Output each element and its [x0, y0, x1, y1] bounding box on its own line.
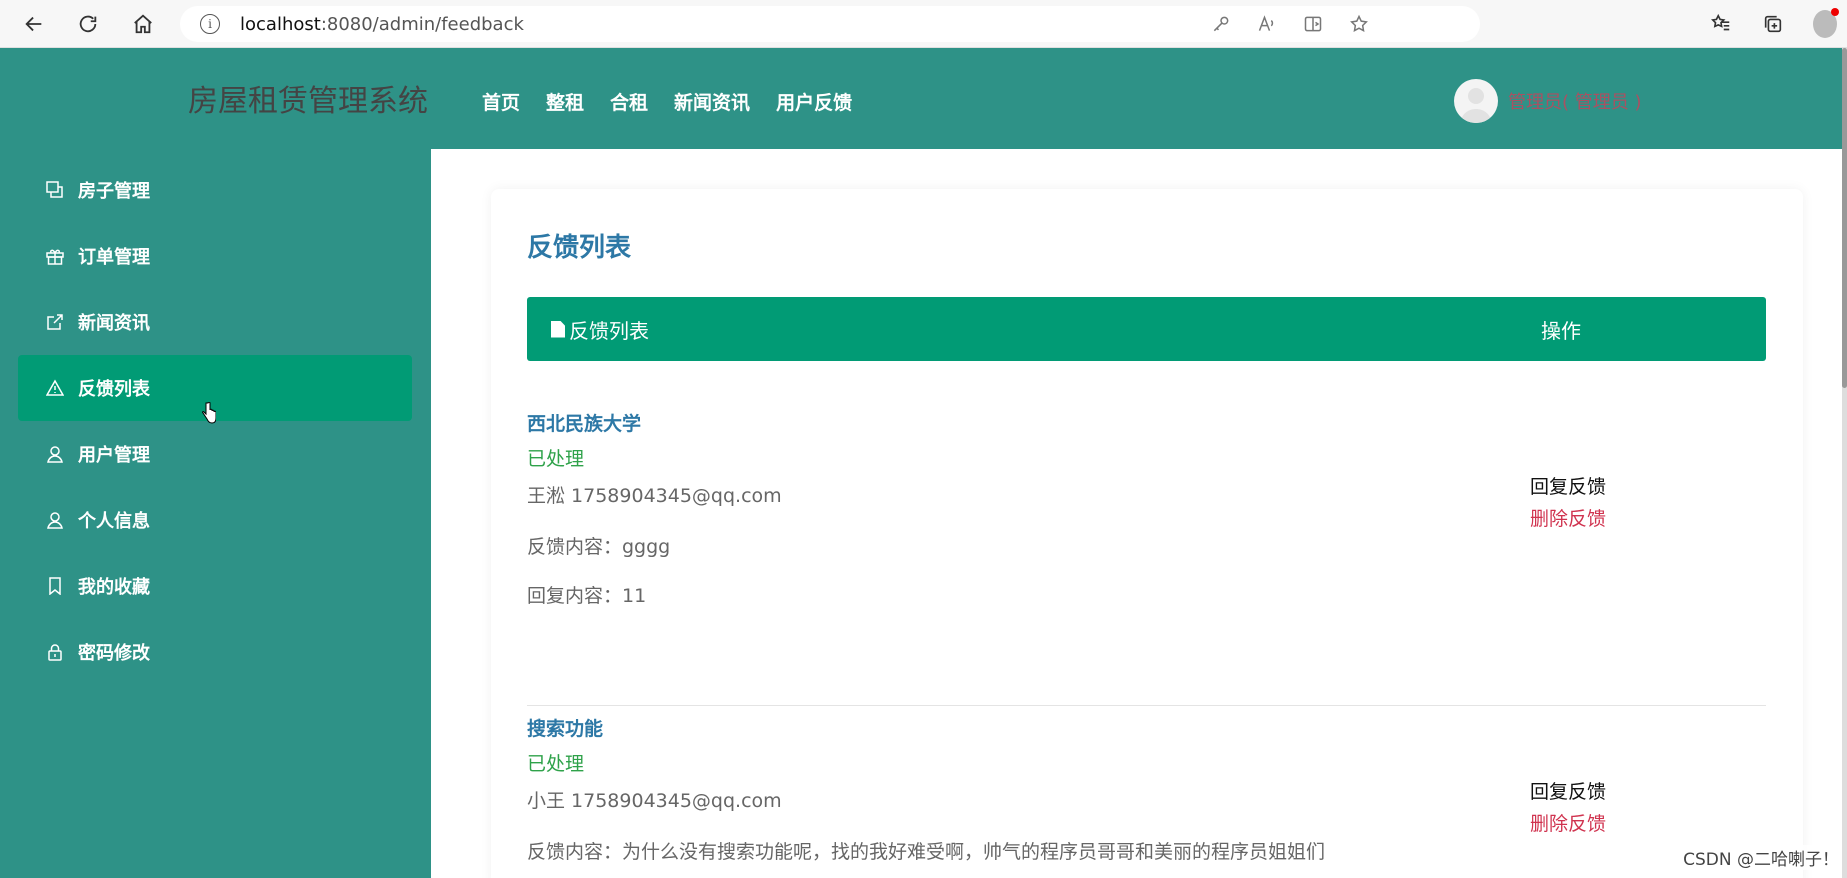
sidebar-item-favorites[interactable]: 我的收藏 — [18, 553, 412, 619]
sidebar-item-label: 新闻资讯 — [78, 313, 150, 334]
sidebar-item-personal-info[interactable]: 个人信息 — [18, 487, 412, 553]
user-avatar-icon — [1460, 88, 1492, 123]
table-header: 反馈列表 操作 — [527, 297, 1766, 361]
refresh-icon[interactable] — [68, 4, 108, 44]
nav-shared-rent[interactable]: 合租 — [610, 88, 648, 115]
warning-icon — [46, 379, 64, 397]
immersive-reader-icon[interactable] — [1302, 13, 1324, 35]
sidebar-item-label: 订单管理 — [78, 247, 150, 268]
feedback-item: 搜索功能 已处理 小王 1758904345@qq.com 反馈内容：为什么没有… — [527, 714, 1766, 864]
hand-cursor-icon — [202, 402, 216, 424]
house-copy-icon — [46, 181, 64, 199]
reply-feedback-button[interactable]: 回复反馈 — [1530, 776, 1606, 808]
sidebar-item-label: 个人信息 — [78, 511, 150, 532]
feedback-content: 反馈内容：为什么没有搜索功能呢，找的我好难受啊，帅气的程序员哥哥和美丽的程序员姐… — [527, 841, 1326, 863]
sidebar-item-label: 我的收藏 — [78, 577, 150, 598]
sidebar-item-label: 反馈列表 — [78, 379, 150, 400]
feedback-status: 已处理 — [527, 448, 585, 470]
feedback-status: 已处理 — [527, 753, 585, 775]
page-scrollbar[interactable] — [1842, 48, 1847, 878]
feedback-actions: 回复反馈 删除反馈 — [1530, 471, 1606, 535]
table-header-title: 反馈列表 — [551, 315, 649, 344]
address-bar[interactable]: i localhost:8080/admin/feedback — [180, 6, 1480, 42]
feedback-reply: 回复内容：11 — [527, 585, 647, 607]
back-arrow-icon[interactable] — [14, 4, 54, 44]
browser-toolbar: i localhost:8080/admin/feedback — [0, 0, 1847, 48]
feedback-title[interactable]: 搜索功能 — [527, 714, 1766, 741]
nav-whole-rent[interactable]: 整租 — [546, 88, 584, 115]
home-icon[interactable] — [123, 4, 163, 44]
top-nav: 首页 整租 合租 新闻资讯 用户反馈 — [482, 88, 878, 115]
add-favorite-icon[interactable] — [1348, 13, 1370, 35]
nav-home[interactable]: 首页 — [482, 88, 520, 115]
site-logo[interactable]: 房屋租赁管理系统 — [188, 76, 428, 120]
main-content: 反馈列表 反馈列表 操作 西北民族大学 已处理 王淞 1758904345@qq… — [431, 149, 1842, 878]
delete-feedback-button[interactable]: 删除反馈 — [1530, 808, 1606, 840]
divider — [527, 705, 1766, 706]
sidebar-item-label: 密码修改 — [78, 643, 150, 664]
table-header-operation: 操作 — [1541, 318, 1581, 343]
user-icon — [46, 511, 64, 529]
delete-feedback-button[interactable]: 删除反馈 — [1530, 503, 1606, 535]
browser-right-icons — [1709, 0, 1839, 48]
sidebar-item-label: 用户管理 — [78, 445, 150, 466]
user-icon — [46, 445, 64, 463]
lock-icon — [46, 643, 64, 661]
table-header-title-label: 反馈列表 — [569, 318, 649, 343]
page-title: 反馈列表 — [527, 233, 632, 263]
sidebar-item-house-management[interactable]: 房子管理 — [18, 157, 412, 223]
url-path: :8080/admin/feedback — [320, 13, 524, 35]
sidebar: 房子管理 订单管理 新闻资讯 反馈列表 用户管理 个人信息 我的收藏 密码修改 — [0, 149, 431, 878]
feedback-title[interactable]: 西北民族大学 — [527, 409, 1766, 436]
reply-feedback-button[interactable]: 回复反馈 — [1530, 471, 1606, 503]
sidebar-item-label: 房子管理 — [78, 181, 150, 202]
avatar[interactable] — [1454, 79, 1498, 123]
external-link-icon — [46, 313, 64, 331]
url-host: localhost — [240, 13, 321, 35]
favorites-icon[interactable] — [1709, 12, 1733, 36]
nav-feedback[interactable]: 用户反馈 — [776, 88, 852, 115]
bookmark-icon — [46, 577, 64, 595]
feedback-item: 西北民族大学 已处理 王淞 1758904345@qq.com 反馈内容：ggg… — [527, 409, 1766, 608]
sidebar-item-news[interactable]: 新闻资讯 — [18, 289, 412, 355]
feedback-card: 反馈列表 反馈列表 操作 西北民族大学 已处理 王淞 1758904345@qq… — [491, 189, 1803, 878]
sidebar-item-order-management[interactable]: 订单管理 — [18, 223, 412, 289]
site-header: 房屋租赁管理系统 首页 整租 合租 新闻资讯 用户反馈 管理员( 管理员 ) — [0, 48, 1842, 149]
read-aloud-icon[interactable] — [1256, 13, 1278, 35]
feedback-actions: 回复反馈 删除反馈 — [1530, 776, 1606, 840]
collections-icon[interactable] — [1761, 12, 1785, 36]
address-bar-icons — [1210, 6, 1370, 42]
user-menu[interactable]: 管理员( 管理员 ) — [1454, 79, 1642, 123]
sidebar-item-password-change[interactable]: 密码修改 — [18, 619, 412, 685]
feedback-content: 反馈内容：gggg — [527, 536, 671, 558]
nav-news[interactable]: 新闻资讯 — [674, 88, 750, 115]
key-icon[interactable] — [1210, 13, 1232, 35]
info-icon[interactable]: i — [200, 14, 220, 34]
profile-avatar[interactable] — [1813, 8, 1839, 38]
document-icon — [551, 320, 565, 338]
sidebar-item-user-management[interactable]: 用户管理 — [18, 421, 412, 487]
scrollbar-thumb[interactable] — [1842, 48, 1847, 388]
gift-icon — [46, 247, 64, 265]
user-name[interactable]: 管理员( 管理员 ) — [1508, 88, 1642, 114]
watermark: CSDN @二哈喇子！ — [1683, 845, 1839, 870]
